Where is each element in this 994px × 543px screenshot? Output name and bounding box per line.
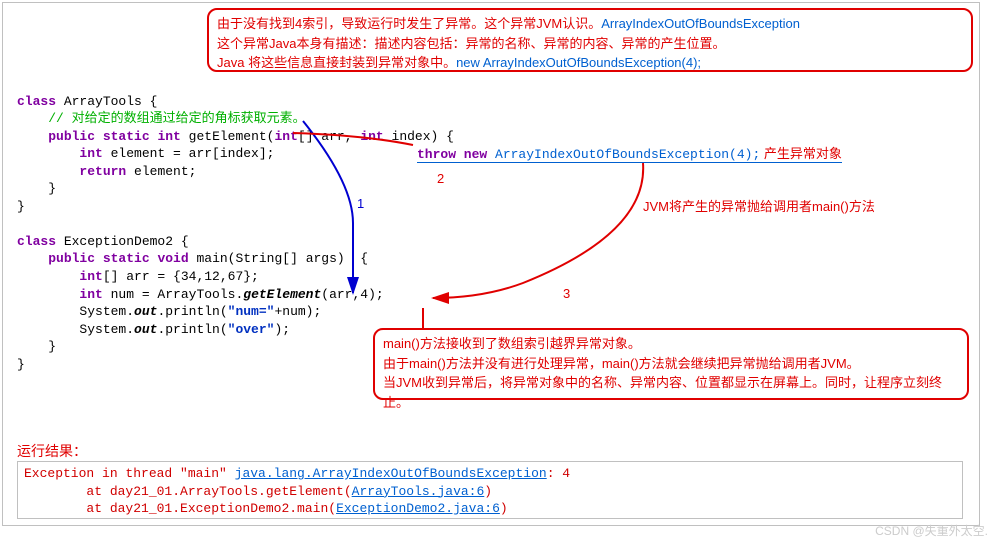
- stack: at day21_01.ArrayTools.getElement(: [24, 484, 352, 499]
- t: [17, 269, 79, 284]
- kw: throw new: [417, 147, 495, 162]
- result-heading: 运行结果：: [17, 441, 87, 461]
- annotation-top-box: 由于没有找到4索引，导致运行时发生了异常。这个异常JVM认识。ArrayInde…: [207, 8, 973, 72]
- annot-text: 这个异常Java本身有描述：描述内容包括：异常的名称、异常的内容、异常的产生位置…: [217, 36, 725, 51]
- t: System.: [17, 322, 134, 337]
- kw: int: [79, 269, 102, 284]
- annot-text: 由于main()方法并没有进行处理异常，main()方法就会继续把异常抛给调用者…: [383, 356, 860, 371]
- console-output: Exception in thread "main" java.lang.Arr…: [17, 461, 963, 519]
- stack: ): [484, 484, 492, 499]
- watermark: CSDN @失重外太空.: [875, 522, 988, 539]
- annotation-mid-box: main()方法接收到了数组索引越界异常对象。 由于main()方法并没有进行处…: [373, 328, 969, 400]
- kw: class: [17, 234, 56, 249]
- t: System.: [17, 304, 134, 319]
- t: [17, 287, 79, 302]
- exception: ArrayIndexOutOfBoundsException(4);: [495, 147, 760, 162]
- annot-text: 由于没有找到4索引，导致运行时发生了异常。这个异常JVM认识。: [217, 16, 601, 31]
- annot-text: Java 将这些信息直接封装到异常对象中。: [217, 55, 456, 70]
- kw: int: [157, 129, 180, 144]
- step-3-label: 3: [563, 286, 570, 301]
- t: .println(: [157, 322, 227, 337]
- kw: return: [79, 164, 126, 179]
- t: [17, 129, 48, 144]
- document-frame: 由于没有找到4索引，导致运行时发生了异常。这个异常JVM认识。ArrayInde…: [2, 2, 980, 526]
- t: [17, 164, 79, 179]
- t: [17, 251, 48, 266]
- static: out: [134, 322, 157, 337]
- t: main(String[] args) {: [189, 251, 368, 266]
- jvm-annotation: JVM将产生的异常抛给调用者main()方法: [643, 196, 875, 215]
- kw: int: [79, 146, 102, 161]
- exception-code: new ArrayIndexOutOfBoundsException(4);: [456, 55, 701, 70]
- stack-link: ArrayTools.java:6: [352, 484, 485, 499]
- kw: void: [157, 251, 188, 266]
- stack: at day21_01.ExceptionDemo2.main(: [24, 501, 336, 516]
- t: element = arr[index];: [103, 146, 275, 161]
- annot: 产生异常对象: [760, 146, 842, 161]
- kw: int: [274, 129, 297, 144]
- t: }: [17, 181, 56, 196]
- t: +num);: [274, 304, 321, 319]
- t: element;: [126, 164, 196, 179]
- t: }: [17, 199, 25, 214]
- t: .println(: [157, 304, 227, 319]
- kw: class: [17, 94, 56, 109]
- annot-text: 当JVM收到异常后，将异常对象中的名称、异常内容、位置都显示在屏幕上。同时，让程…: [383, 375, 942, 410]
- exc: : 4: [547, 466, 570, 481]
- exc: Exception in thread "main": [24, 466, 235, 481]
- throw-annotation: throw new ArrayIndexOutOfBoundsException…: [417, 143, 842, 163]
- step-1-label: 1: [357, 196, 364, 211]
- t: }: [17, 357, 25, 372]
- stack-link: ExceptionDemo2.java:6: [336, 501, 500, 516]
- static: getElement: [243, 287, 321, 302]
- cls: ArrayTools {: [56, 94, 157, 109]
- str: "over": [228, 322, 275, 337]
- t: num = ArrayTools.: [103, 287, 243, 302]
- kw: int: [79, 287, 102, 302]
- str: "num=": [228, 304, 275, 319]
- static: out: [134, 304, 157, 319]
- t: index) {: [384, 129, 454, 144]
- kw: public static: [48, 251, 149, 266]
- t: [] arr = {34,12,67};: [103, 269, 259, 284]
- t: [17, 146, 79, 161]
- exc-link: java.lang.ArrayIndexOutOfBoundsException: [235, 466, 547, 481]
- t: getElement(: [181, 129, 275, 144]
- kw: int: [360, 129, 383, 144]
- t: (arr,4);: [321, 287, 383, 302]
- t: [] arr,: [298, 129, 360, 144]
- comment: // 对给定的数组通过给定的角标获取元素。: [17, 111, 306, 126]
- t: );: [274, 322, 290, 337]
- step-2-label: 2: [437, 171, 444, 186]
- annot-text: main()方法接收到了数组索引越界异常对象。: [383, 336, 641, 351]
- exception-name: ArrayIndexOutOfBoundsException: [601, 16, 800, 31]
- t: }: [17, 339, 56, 354]
- cls: ExceptionDemo2 {: [56, 234, 189, 249]
- stack: ): [500, 501, 508, 516]
- kw: public static: [48, 129, 149, 144]
